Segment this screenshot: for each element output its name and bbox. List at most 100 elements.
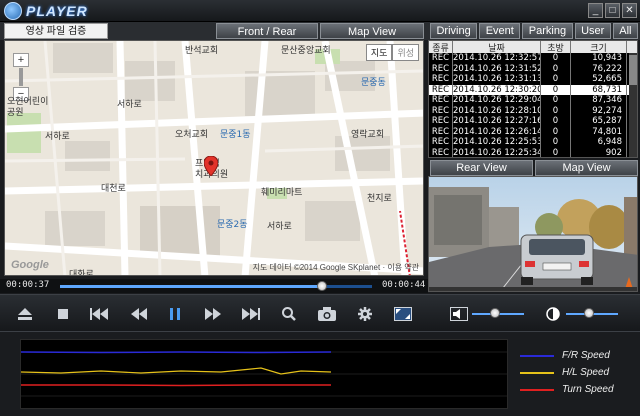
- minimize-button[interactable]: _: [588, 3, 603, 18]
- cell-size: 902: [571, 147, 627, 157]
- filter-event-tab[interactable]: Event: [479, 23, 521, 39]
- map-label: 문중2동: [217, 220, 248, 230]
- file-list-row[interactable]: REC 2014.10.26 12:25:34 0 902: [429, 147, 637, 157]
- legend-hl-speed: H/L Speed: [520, 364, 638, 381]
- file-list-header: 종류 날짜 초방 크기: [429, 41, 637, 53]
- col-type-header[interactable]: 종류: [429, 41, 453, 53]
- rear-camera-view[interactable]: [428, 176, 638, 292]
- file-list-row[interactable]: REC 2014.10.26 12:28:10 0 92,274: [429, 105, 637, 116]
- rear-view-tab[interactable]: Rear View: [430, 160, 533, 176]
- col-size-header[interactable]: 크기: [571, 41, 627, 53]
- fit-screen-icon[interactable]: [392, 304, 414, 324]
- file-list-row[interactable]: REC 2014.10.26 12:27:16 0 65,287: [429, 116, 637, 127]
- map-label: 대천로: [101, 184, 126, 194]
- front-rear-tab[interactable]: Front / Rear: [216, 23, 318, 39]
- file-verify-tab[interactable]: 영상 파일 검증: [4, 23, 108, 39]
- cell-size: 52,665: [571, 74, 627, 85]
- pause-icon[interactable]: [164, 304, 186, 324]
- file-list-row[interactable]: REC 2014.10.26 12:31:13 0 52,665: [429, 74, 637, 85]
- map-zoom-control: + −: [13, 53, 29, 101]
- close-button[interactable]: ✕: [622, 3, 637, 18]
- total-time: 00:00:44: [382, 280, 426, 290]
- legend-fr-label: F/R Speed: [562, 350, 610, 361]
- camera-frame: [429, 177, 637, 291]
- cell-date: 2014.10.26 12:31:52: [453, 63, 541, 74]
- skip-back-icon[interactable]: [88, 304, 110, 324]
- scrollbar-thumb[interactable]: [629, 55, 637, 85]
- current-time: 00:00:37: [6, 280, 50, 290]
- file-list-row[interactable]: REC 2014.10.26 12:25:53 0 6,948: [429, 137, 637, 148]
- file-list-row[interactable]: REC 2014.10.26 12:26:14 0 74,801: [429, 126, 637, 137]
- col-date-header[interactable]: 날짜: [453, 41, 541, 53]
- col-sec-header[interactable]: 초방: [541, 41, 571, 53]
- app-logo: PLAYER: [4, 2, 88, 20]
- map-view[interactable]: + − 지도 위성 반석교회 문산중앙교회 오현어린이 공원 서하로 서하로 오…: [4, 40, 424, 276]
- title-bar: PLAYER _ □ ✕: [0, 0, 640, 22]
- fast-forward-icon[interactable]: [202, 304, 224, 324]
- satellite-type-button[interactable]: 위성: [392, 44, 419, 61]
- cell-type: REC: [429, 53, 453, 64]
- eject-icon[interactable]: [14, 304, 36, 324]
- maximize-button[interactable]: □: [605, 3, 620, 18]
- map-label: 문중1동: [220, 130, 251, 140]
- view-tabs: Rear View Map View: [428, 160, 640, 176]
- map-label: 대화로: [69, 270, 94, 276]
- cell-type: REC: [429, 126, 453, 137]
- filter-driving-tab[interactable]: Driving: [430, 23, 478, 39]
- filter-parking-tab[interactable]: Parking: [522, 23, 573, 39]
- volume-handle[interactable]: [490, 308, 501, 318]
- cell-type: REC: [429, 147, 453, 157]
- file-list-row[interactable]: REC 2014.10.26 12:32:57 0 10,943: [429, 53, 637, 64]
- app-title: PLAYER: [26, 3, 88, 19]
- cell-date: 2014.10.26 12:27:16: [453, 116, 541, 127]
- legend-turn-swatch: [520, 388, 554, 391]
- map-view-tab-right[interactable]: Map View: [535, 160, 638, 176]
- map-label: 훼미리마트: [261, 188, 303, 198]
- graph-canvas: [20, 351, 507, 397]
- map-type-button[interactable]: 지도: [365, 44, 393, 61]
- filter-user-tab[interactable]: User: [574, 23, 611, 39]
- file-list-row[interactable]: REC 2014.10.26 12:30:20 0 68,731: [429, 84, 637, 95]
- map-view-tab[interactable]: Map View: [320, 23, 424, 39]
- volume-icon[interactable]: [448, 304, 470, 324]
- cell-date: 2014.10.26 12:28:10: [453, 105, 541, 116]
- seek-progress: [60, 285, 323, 288]
- playback-controls: [0, 294, 640, 332]
- logo-icon: [4, 2, 22, 20]
- cell-date: 2014.10.26 12:29:04: [453, 95, 541, 106]
- map-label: 오현어린이 공원: [7, 97, 49, 118]
- seek-track[interactable]: [60, 281, 372, 291]
- cell-size: 6,948: [571, 137, 627, 148]
- file-list-row[interactable]: REC 2014.10.26 12:31:52 0 76,222: [429, 63, 637, 74]
- cell-size: 74,801: [571, 126, 627, 137]
- map-label: 천지로: [367, 194, 392, 204]
- legend-turn-label: Turn Speed: [562, 384, 614, 395]
- map-attribution: 지도 데이터 ©2014 Google SKplanet · 이용 약관: [252, 263, 419, 272]
- skip-forward-icon[interactable]: [240, 304, 262, 324]
- zoom-in-button[interactable]: +: [13, 53, 29, 67]
- settings-icon[interactable]: [354, 304, 376, 324]
- cell-date: 2014.10.26 12:31:13: [453, 74, 541, 85]
- file-list-scrollbar[interactable]: [629, 53, 637, 157]
- cell-sec: 0: [541, 95, 571, 106]
- brightness-icon[interactable]: [542, 304, 564, 324]
- map-label: 서하로: [117, 100, 142, 110]
- filter-all-tab[interactable]: All: [612, 23, 638, 39]
- cell-size: 68,731: [571, 84, 627, 95]
- cell-size: 87,346: [571, 95, 627, 106]
- sensor-graph: [20, 339, 508, 409]
- sensor-graph-panel: F/R Speed H/L Speed Turn Speed: [0, 333, 640, 416]
- snapshot-icon[interactable]: [316, 304, 338, 324]
- cell-sec: 0: [541, 53, 571, 64]
- zoom-slider[interactable]: [19, 68, 23, 86]
- cell-size: 65,287: [571, 116, 627, 127]
- file-list-row[interactable]: REC 2014.10.26 12:29:04 0 87,346: [429, 95, 637, 106]
- seek-handle[interactable]: [317, 281, 328, 291]
- rewind-icon[interactable]: [128, 304, 150, 324]
- cell-type: REC: [429, 63, 453, 74]
- legend-fr-speed: F/R Speed: [520, 347, 638, 364]
- map-label: 오처교회: [175, 130, 209, 140]
- brightness-handle[interactable]: [584, 308, 595, 318]
- stop-icon[interactable]: [52, 304, 74, 324]
- zoom-icon[interactable]: [278, 304, 300, 324]
